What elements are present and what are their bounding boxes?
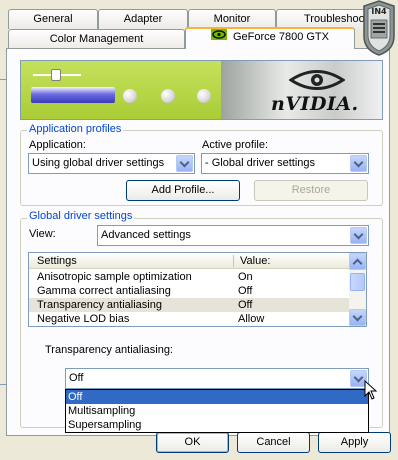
dropdown-list: Off Multisampling Supersampling <box>65 389 369 433</box>
setting-value: Off <box>238 285 253 297</box>
tab-general[interactable]: General <box>8 9 98 29</box>
active-profile-select[interactable]: - Global driver settings <box>201 153 369 174</box>
settings-list: Settings Value: Anisotropic sample optim… <box>28 252 367 327</box>
application-label: Application: <box>29 139 86 151</box>
application-select[interactable]: Using global driver settings <box>28 153 195 174</box>
global-driver-settings-title: Global driver settings <box>27 210 135 223</box>
table-row[interactable]: Negative LOD bias Allow <box>29 312 349 326</box>
nvidia-eye-icon <box>211 29 227 45</box>
setting-value: Off <box>238 299 253 311</box>
transparency-antialiasing-value: Off <box>69 372 84 384</box>
scroll-thumb[interactable] <box>350 273 365 291</box>
nvidia-logo-text: nVIDIA. <box>271 93 359 115</box>
dropdown-option[interactable]: Multisampling <box>66 404 368 418</box>
in4-badge-icon: IN4 <box>362 0 396 56</box>
view-label: View: <box>29 228 56 240</box>
setting-name: Gamma correct antialiasing <box>37 285 171 297</box>
chevron-down-icon[interactable] <box>350 155 367 172</box>
application-select-value: Using global driver settings <box>32 157 165 169</box>
table-row[interactable]: Gamma correct antialiasing Off <box>29 284 349 298</box>
column-header-value[interactable]: Value: <box>240 255 270 268</box>
setting-name: Negative LOD bias <box>37 313 130 325</box>
active-profile-select-value: - Global driver settings <box>205 157 316 169</box>
ok-button[interactable]: OK <box>156 432 229 453</box>
tab-troubleshoot[interactable]: Troubleshoot <box>276 9 366 29</box>
cancel-button[interactable]: Cancel <box>237 432 310 453</box>
banner-blue-bar <box>31 87 115 103</box>
tab-geforce-label: GeForce 7800 GTX <box>233 31 329 43</box>
active-profile-label: Active profile: <box>202 139 269 151</box>
add-profile-button[interactable]: Add Profile... <box>126 180 240 201</box>
dropdown-option[interactable]: Supersampling <box>66 418 368 432</box>
chevron-down-icon[interactable] <box>176 155 193 172</box>
view-select[interactable]: Advanced settings <box>97 225 369 246</box>
transparency-antialiasing-select[interactable]: Off <box>65 368 369 389</box>
tab-color-management[interactable]: Color Management <box>8 29 185 49</box>
chevron-down-icon[interactable] <box>350 227 367 244</box>
setting-name: Transparency antialiasing <box>37 299 162 311</box>
tab-color-management-label: Color Management <box>49 33 144 45</box>
tab-troubleshoot-label: Troubleshoot <box>304 13 366 25</box>
tab-general-label: General <box>33 13 73 25</box>
tab-adapter-label: Adapter <box>123 13 163 25</box>
column-separator[interactable] <box>233 255 234 267</box>
list-header: Settings Value: <box>29 253 349 269</box>
setting-value: Allow <box>238 313 265 325</box>
tab-adapter[interactable]: Adapter <box>98 9 188 29</box>
apply-button[interactable]: Apply <box>318 432 391 453</box>
nvidia-eye-logo-icon <box>288 67 346 96</box>
tab-geforce[interactable]: GeForce 7800 GTX <box>185 27 355 49</box>
table-row-selected[interactable]: Transparency antialiasing Off <box>29 298 349 312</box>
scroll-down-icon[interactable] <box>349 309 366 326</box>
column-header-settings[interactable]: Settings <box>37 255 77 268</box>
table-row[interactable]: Anisotropic sample optimization On <box>29 270 349 284</box>
vertical-scrollbar[interactable] <box>349 253 366 326</box>
nvidia-banner: nVIDIA. <box>20 60 383 120</box>
banner-dot-icon <box>197 89 211 103</box>
view-select-value: Advanced settings <box>101 229 191 241</box>
dropdown-option[interactable]: Off <box>66 390 368 404</box>
setting-name: Anisotropic sample optimization <box>37 271 192 283</box>
scroll-up-icon[interactable] <box>349 253 366 270</box>
banner-dot-icon <box>123 89 137 103</box>
tab-monitor[interactable]: Monitor <box>188 9 276 29</box>
detail-label: Transparency antialiasing: <box>45 344 173 356</box>
badge-label: IN4 <box>371 7 387 16</box>
restore-button[interactable]: Restore <box>254 180 368 201</box>
banner-slider-knob <box>51 69 61 81</box>
setting-value: On <box>238 271 253 283</box>
application-profiles-title: Application profiles <box>27 123 124 136</box>
tab-monitor-label: Monitor <box>213 13 251 25</box>
banner-dot-icon <box>161 89 175 103</box>
mouse-cursor-icon <box>364 379 378 400</box>
